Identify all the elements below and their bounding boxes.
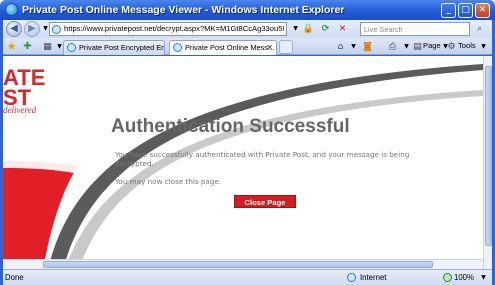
status-text: Done <box>5 273 24 282</box>
auth-message: You have successfully authenticated with… <box>115 150 410 168</box>
tab-message-viewer[interactable]: Private Post Online Mess... ✕ <box>169 40 277 55</box>
forward-arrow-icon: ▶ <box>28 23 36 34</box>
minimize-button[interactable]: _ <box>441 3 456 18</box>
page-icon <box>52 25 61 34</box>
chevron-down-icon: ▼ <box>293 25 298 32</box>
search-input[interactable]: Live Search <box>360 22 470 36</box>
refresh-icon: ⟳ <box>321 24 330 34</box>
chevron-down-icon: ▼ <box>57 43 62 50</box>
title-bar: Private Post Online Message Viewer - Win… <box>0 0 495 20</box>
home-dropdown[interactable]: ▼ <box>347 41 360 53</box>
zoom-level[interactable]: 100% <box>454 273 474 282</box>
security-zone[interactable]: Internet <box>360 273 386 282</box>
chevron-down-icon: ▼ <box>404 43 409 50</box>
vertical-scrollbar[interactable] <box>483 56 492 269</box>
horizontal-scroll-thumb[interactable] <box>43 261 433 268</box>
zoom-dropdown[interactable]: ▼ <box>477 272 490 284</box>
window-title: Private Post Online Message Viewer - Win… <box>22 4 345 16</box>
favorites-button[interactable]: ★ <box>5 41 18 53</box>
tab-label: Private Post Encrypted Email <box>79 43 164 52</box>
refresh-button[interactable]: ⟳ <box>319 23 332 35</box>
close-instruction: You may now close this page. <box>115 177 222 186</box>
address-row: ◀ ▶ ▼ https://www.privatepost.net/decryp… <box>3 20 492 38</box>
page-icon <box>173 43 182 52</box>
minimize-icon: _ <box>446 5 451 15</box>
stop-icon: ✕ <box>338 24 347 34</box>
maximize-icon: □ <box>461 5 470 15</box>
print-button[interactable]: ⎙ <box>386 41 399 53</box>
private-post-logo: ATE ST <box>3 67 45 109</box>
back-button[interactable]: ◀ <box>6 21 22 37</box>
add-favorites-button[interactable]: ✚ <box>21 41 34 53</box>
back-arrow-icon: ◀ <box>10 23 18 34</box>
chevron-down-icon: ▼ <box>481 274 486 281</box>
tab-label: Private Post Online Mess... <box>185 43 275 52</box>
ie-icon <box>5 3 18 16</box>
chevron-down-icon: ▼ <box>351 43 356 50</box>
grid-icon: ▦ <box>43 42 52 52</box>
search-placeholder: Live Search <box>364 25 403 34</box>
home-button[interactable]: ⌂ <box>334 41 347 53</box>
gear-icon: ⚙ <box>447 42 456 52</box>
home-icon: ⌂ <box>337 42 344 52</box>
close-tab-icon[interactable]: ✕ <box>266 41 273 54</box>
close-icon: ✕ <box>478 5 487 15</box>
close-window-button[interactable]: ✕ <box>475 3 490 18</box>
browser-window: Private Post Online Message Viewer - Win… <box>0 0 495 285</box>
search-icon: ⌕ <box>476 24 483 34</box>
horizontal-scrollbar[interactable] <box>3 259 483 269</box>
tools-menu-dropdown[interactable]: ▼ <box>477 41 490 53</box>
url-text[interactable]: https://www.privatepost.net/decrypt.aspx… <box>64 24 284 33</box>
tools-menu-icon-wrap[interactable]: ⚙ <box>445 41 458 53</box>
tab-bar: ★ ✚ ▦ ▼ Private Post Encrypted Email Pri… <box>3 38 492 55</box>
vertical-scroll-thumb[interactable] <box>485 66 492 246</box>
close-page-button[interactable]: Close Page <box>234 195 296 208</box>
feeds-button[interactable]: ◙ <box>361 41 374 53</box>
tools-menu[interactable]: Tools <box>458 41 476 50</box>
page-content: ATE ST delivered Authentication Successf… <box>3 56 483 269</box>
chevron-down-icon: ▼ <box>43 25 48 32</box>
address-bar[interactable]: https://www.privatepost.net/decrypt.aspx… <box>49 22 287 36</box>
chevron-down-icon: ▼ <box>481 43 486 50</box>
status-bar: Done Internet 100% ▼ <box>3 269 492 285</box>
tab-encrypted-email[interactable]: Private Post Encrypted Email <box>63 40 165 55</box>
maximize-button[interactable]: □ <box>458 3 473 18</box>
globe-icon <box>347 273 356 282</box>
search-button[interactable]: ⌕ <box>473 23 486 35</box>
security-lock[interactable]: 🔒 <box>302 23 315 35</box>
rss-icon: ◙ <box>363 42 372 52</box>
lock-icon: 🔒 <box>302 24 315 34</box>
logo-tagline: delivered <box>3 105 37 115</box>
new-tab-button[interactable] <box>279 40 293 54</box>
add-favorite-icon: ✚ <box>23 41 32 52</box>
page-icon: ▤ <box>413 42 422 52</box>
zoom-icon <box>443 273 452 282</box>
page-icon <box>67 43 76 52</box>
page-title: Authentication Successful <box>111 116 350 137</box>
address-dropdown[interactable]: ▼ <box>289 23 302 35</box>
forward-button[interactable]: ▶ <box>24 21 40 37</box>
star-icon: ★ <box>6 40 17 53</box>
stop-button[interactable]: ✕ <box>336 23 349 35</box>
printer-icon: ⎙ <box>388 42 397 52</box>
